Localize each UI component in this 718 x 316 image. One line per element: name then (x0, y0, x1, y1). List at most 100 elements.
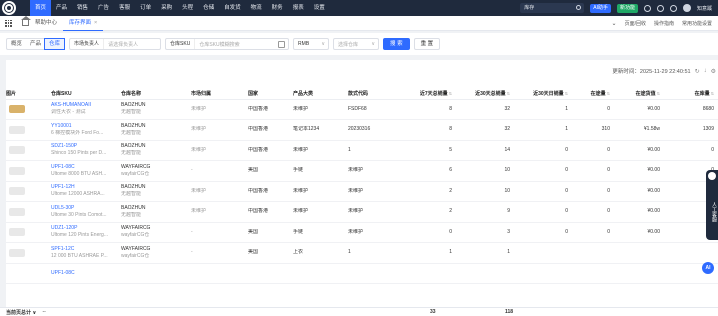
column-header[interactable]: 近7天总销量⇅ (398, 88, 456, 100)
sku-link[interactable]: UPF1-12H (51, 184, 121, 191)
transit_val-value: ¥0.00 (647, 167, 660, 174)
product-thumbnail[interactable] (9, 228, 25, 237)
ai-assistant-button[interactable]: AI助手 (590, 3, 611, 13)
settings-icon[interactable]: ⚙ (711, 68, 716, 75)
sku-link[interactable]: SDZ1-150P (51, 143, 121, 150)
column-header[interactable]: 在途货值⇅ (614, 88, 664, 100)
global-search-input[interactable]: 库存 (520, 3, 585, 13)
table-row[interactable]: UPF1-12H Ultome 12000 ASHRA... BAOZHUN 无越智能… (6, 181, 718, 202)
column-header[interactable]: 在途量⇅ (572, 88, 614, 100)
table-row[interactable]: SDZ1-150P Shinco 150 Pints per D... BAOZHU… (6, 140, 718, 161)
column-header[interactable]: 在库量⇅ (664, 88, 718, 100)
close-icon[interactable]: × (94, 20, 97, 26)
info-icon[interactable] (643, 4, 651, 12)
link-recycle[interactable]: 页面/回收 (625, 20, 646, 27)
tab-help-center[interactable]: 帮助中心 (29, 16, 63, 31)
user-name[interactable]: 知意蹊 (697, 5, 712, 12)
sku-link[interactable]: UPF1-08C (51, 164, 121, 171)
page-total-label[interactable]: 当前页总计 ∨ (6, 309, 36, 316)
sort-icon[interactable]: ⇅ (565, 91, 568, 96)
sku-link[interactable]: YY10001 (51, 123, 121, 130)
table-row[interactable]: AKS-HUMANOAII 调性大衣 - 测试 BAOZHUN 无越智能 未维护 中国香港… (6, 99, 718, 120)
chevron-down-icon[interactable]: ⌄ (612, 20, 617, 27)
sort-icon[interactable]: ⇅ (711, 91, 714, 96)
product-thumbnail[interactable] (9, 248, 25, 257)
app-logo[interactable] (2, 1, 16, 15)
table-row[interactable]: SPF1-12C 12 000 BTU ASHRAE P... WAYFAIRCG w… (6, 242, 718, 264)
segment-warehouse[interactable]: 仓库 (44, 38, 66, 50)
nav-item[interactable]: 财务 (267, 0, 288, 16)
tab-inventory[interactable]: 库存界面 × (63, 16, 104, 31)
sku-link[interactable]: UPF1-08C (51, 270, 121, 277)
sku-link[interactable]: UDL5-30P (51, 205, 121, 212)
link-guide[interactable]: 操作指南 (654, 20, 674, 27)
sort-icon[interactable]: ⇅ (449, 91, 452, 96)
search-icon[interactable] (576, 5, 582, 10)
product-thumbnail[interactable] (9, 105, 25, 114)
category-value: 上衣 (293, 249, 304, 256)
column-header[interactable]: 近30天总销量⇅ (456, 88, 514, 100)
product-thumbnail[interactable] (9, 207, 25, 216)
table-footer: 当前页总计 ∨ -- 33 118 (0, 307, 718, 316)
footer-sum-7d: 33 (430, 309, 436, 315)
table-row[interactable]: UPF1-08C (6, 263, 718, 284)
sku-search[interactable]: 仓库SKU 仓库SKU模糊搜索 (165, 38, 290, 50)
nav-item[interactable]: 仓储 (198, 0, 219, 16)
table-cell (248, 263, 293, 284)
search-button[interactable]: 搜 索 (383, 38, 410, 50)
sort-icon[interactable]: ⇅ (607, 91, 610, 96)
warehouse-select[interactable]: 选择仓库 ∨ (333, 38, 380, 50)
market-value: - (191, 228, 193, 235)
notification-bell-icon[interactable] (669, 4, 677, 12)
table-picker-icon[interactable] (278, 40, 286, 48)
sort-icon[interactable]: ⇅ (507, 91, 510, 96)
sku-search-input[interactable]: 仓库SKU模糊搜索 (195, 41, 278, 48)
table-cell (191, 263, 248, 284)
market-owner-select[interactable]: 市场负责人 请选择负责人 (69, 38, 162, 50)
table-cell: 310 (572, 119, 614, 141)
reset-button[interactable]: 重 置 (413, 38, 441, 50)
grid-menu-icon[interactable] (5, 19, 12, 27)
column-header[interactable]: 近30天日销量⇅ (514, 88, 572, 100)
nav-item[interactable]: 产品 (51, 0, 72, 16)
link-settings[interactable]: 常用功能设置 (682, 20, 712, 27)
table-cell: UDZ1-120P Ultome 120 Pints Energ... (51, 222, 121, 243)
new-features-button[interactable]: 新功能 (616, 3, 638, 13)
segment-product[interactable]: 产品 (26, 39, 45, 49)
customer-service-widget[interactable]: 人工客服 (706, 170, 718, 240)
product-thumbnail[interactable] (9, 166, 25, 175)
nav-item[interactable]: 首页 (30, 0, 52, 16)
nav-item[interactable]: 订单 (135, 0, 156, 16)
product-thumbnail[interactable] (9, 187, 25, 196)
sku-link[interactable]: AKS-HUMANOAII (51, 102, 121, 109)
table-row[interactable]: UPF1-08C Ultome 8000 BTU ASH... WAYFAIRCG w… (6, 160, 718, 182)
product-thumbnail[interactable] (9, 125, 25, 134)
avatar[interactable] (682, 4, 691, 12)
table-row[interactable]: YY10001 6 梯控模块外 Ford Fo... BAOZHUN 无越智能 未维护中… (6, 119, 718, 141)
nav-item[interactable]: 物流 (246, 0, 267, 16)
stock-value: 8680 (702, 105, 714, 112)
home-icon[interactable] (21, 16, 31, 26)
nav-item[interactable]: 客服 (114, 0, 135, 16)
nav-item[interactable]: 采购 (156, 0, 177, 16)
nav-item[interactable]: 自发货 (219, 0, 246, 16)
nav-item[interactable]: 广告 (93, 0, 114, 16)
download-icon[interactable]: ↓ (704, 68, 707, 74)
sku-link[interactable]: UDZ1-120P (51, 225, 121, 232)
nav-item[interactable]: 头程 (177, 0, 198, 16)
currency-select[interactable]: RMB ∨ (293, 38, 330, 50)
chevron-down-icon: ∨ (321, 41, 326, 47)
nav-item[interactable]: 设置 (309, 0, 330, 16)
help-icon[interactable] (656, 4, 664, 12)
table-row[interactable]: UDZ1-120P Ultome 120 Pints Energ... WAYFAI… (6, 222, 718, 243)
table-row[interactable]: UDL5-30P Ultome 30 Pints Comot... BAOZHUN 无… (6, 201, 718, 223)
nav-item[interactable]: 销售 (72, 0, 93, 16)
ai-float-button[interactable]: AI (702, 262, 714, 274)
refresh-icon[interactable]: ↻ (695, 68, 700, 75)
segment-overview[interactable]: 概览 (7, 39, 26, 49)
sku-link[interactable]: SPF1-12C (51, 246, 121, 253)
product-thumbnail[interactable] (9, 146, 25, 155)
warehouse-sub: wayfairCG仓 (121, 252, 150, 259)
nav-item[interactable]: 报表 (288, 0, 309, 16)
sort-icon[interactable]: ⇅ (657, 91, 660, 96)
